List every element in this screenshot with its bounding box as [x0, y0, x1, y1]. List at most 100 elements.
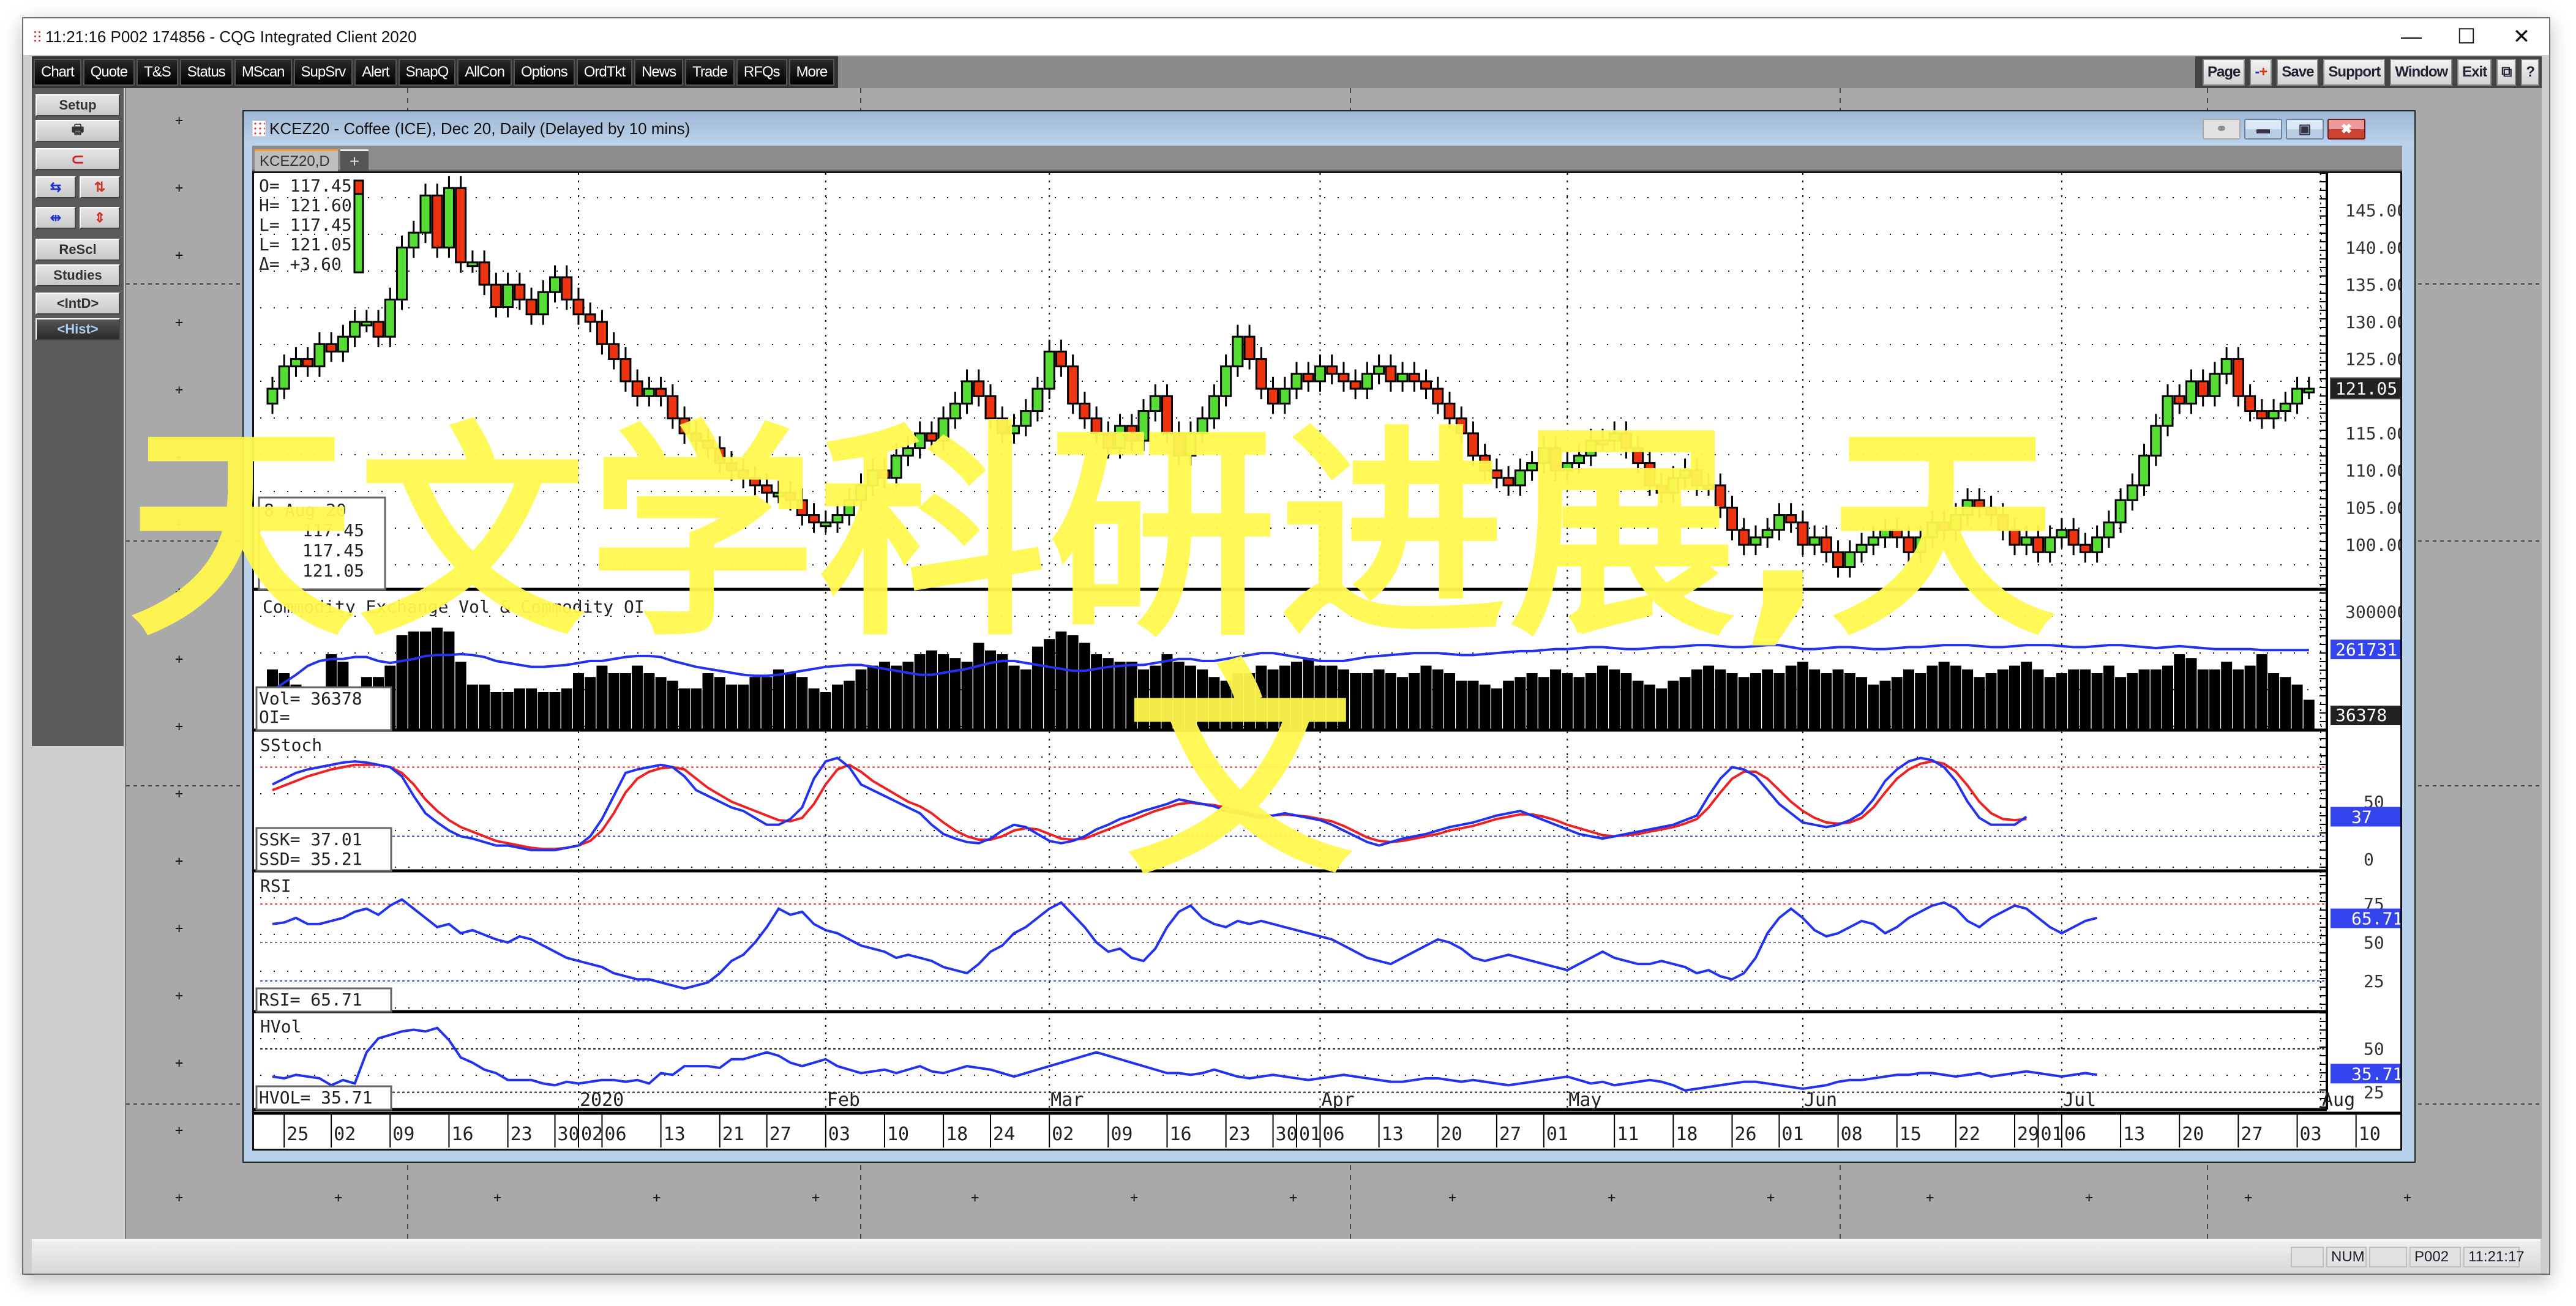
chart-window-title-bar[interactable]: KCEZ20 - Coffee (ICE), Dec 20, Daily (De… [244, 111, 2414, 146]
candlestick [1479, 454, 1491, 472]
volume-bar [1938, 662, 1950, 730]
volume-bar [1597, 665, 1608, 730]
candlestick [608, 343, 620, 360]
volume-legend-line: OI= [259, 707, 290, 727]
grid-plus-mark: + [1289, 1190, 1297, 1206]
candlestick [2162, 395, 2174, 427]
day-label: 02 [334, 1124, 356, 1145]
candlestick [2256, 410, 2268, 420]
menu-ordtkt-button[interactable]: OrdTkt [576, 59, 633, 86]
menu-ts-button[interactable]: T&S [137, 59, 178, 86]
menu-mscan-button[interactable]: MScan [234, 59, 292, 86]
day-label: 15 [1900, 1124, 1922, 1145]
volume-bar [1397, 677, 1409, 730]
day-label: 27 [1499, 1124, 1521, 1145]
volume-bar [655, 677, 667, 730]
studies-button[interactable]: Studies [36, 264, 120, 286]
volume-bar [1773, 673, 1785, 730]
restore-icon[interactable]: ⧉ [2496, 59, 2517, 86]
candlestick [1561, 462, 1573, 472]
print-button[interactable]: 🖶 [36, 120, 120, 142]
volume-bar [1997, 669, 2009, 730]
minimize-button[interactable]: — [2384, 18, 2439, 55]
exit-button[interactable]: Exit [2457, 59, 2492, 86]
chart-minimize-button[interactable]: ▬ [2244, 119, 2282, 140]
menu-news-button[interactable]: News [634, 59, 684, 86]
candlestick [537, 291, 549, 316]
rescale-button[interactable]: ReScl [36, 239, 120, 261]
menu-more-button[interactable]: More [788, 59, 835, 86]
menu-allcon-button[interactable]: AllCon [457, 59, 512, 86]
menu-alert-button[interactable]: Alert [354, 59, 397, 86]
compress-vertical-icon: ⇕ [94, 210, 106, 225]
month-label: Mar [1050, 1089, 1084, 1111]
menu-status-button[interactable]: Status [179, 59, 233, 86]
link-icon[interactable]: ⚭ [2203, 119, 2241, 140]
candlestick [2267, 410, 2280, 420]
help-button[interactable]: ? [2521, 59, 2539, 86]
volume-bar [2021, 662, 2032, 730]
candlestick [372, 321, 384, 338]
tab-kcez20-d[interactable]: KCEZ20,D [255, 149, 338, 171]
add-tab-button[interactable]: + [340, 149, 369, 171]
hvol-series-line [272, 1026, 2097, 1092]
menu-supsrv-button[interactable]: SupSrv [293, 59, 353, 86]
day-label: 20 [1440, 1124, 1462, 1145]
price-axis-label: 105.00 [2345, 498, 2400, 518]
day-label: 08 [1841, 1124, 1863, 1145]
candlestick [1361, 373, 1373, 390]
candlestick [1785, 514, 1797, 524]
day-label: 27 [2241, 1124, 2263, 1145]
menu-rfqs-button[interactable]: RFQs [736, 59, 787, 86]
day-label: 11 [1617, 1124, 1639, 1145]
expand-horizontal-button[interactable]: ⇆ [36, 176, 76, 198]
candlestick [1196, 417, 1208, 435]
volume-bar [1703, 665, 1715, 730]
chart-restore-button[interactable]: ▣ [2286, 119, 2324, 140]
expand-vertical-button[interactable]: ⇅ [80, 176, 120, 198]
page-button[interactable]: Page [2202, 59, 2245, 86]
volume-bar [1338, 669, 1349, 730]
volume-bar [432, 627, 443, 730]
volume-bar [1279, 665, 1290, 730]
sstoch-legend: SSK= 37.01SSD= 35.21 [255, 827, 392, 872]
candlestick [667, 395, 679, 420]
menu-bar: Chart Quote T&S Status MScan SupSrv Alert SnapQ… [32, 56, 2542, 88]
day-label: 23 [1229, 1124, 1251, 1145]
menu-quote-button[interactable]: Quote [83, 59, 135, 86]
compress-vertical-button[interactable]: ⇕ [80, 207, 120, 229]
price-axis-label: 130.00 [2345, 312, 2400, 332]
save-button[interactable]: Save [2277, 59, 2319, 86]
intd-button[interactable]: <IntD> [36, 293, 120, 315]
window-button[interactable]: Window [2390, 59, 2453, 86]
close-button[interactable]: ✕ [2494, 18, 2549, 55]
menu-options-button[interactable]: Options [514, 59, 575, 86]
rsi-axis-label: 50 [2364, 933, 2384, 953]
maximize-button[interactable]: ☐ [2439, 18, 2494, 55]
grid-plus-mark: + [175, 248, 183, 263]
app-logo-icon [33, 30, 42, 43]
menu-trade-button[interactable]: Trade [685, 59, 735, 86]
setup-button[interactable]: Setup [36, 94, 120, 116]
volume-bar [1267, 669, 1279, 730]
day-label: 01 [2040, 1124, 2062, 1145]
candlestick [2056, 529, 2068, 539]
day-label: 01 [1299, 1124, 1321, 1145]
candlestick [1443, 402, 1456, 420]
compress-horizontal-button[interactable]: ⇹ [36, 207, 76, 229]
chart-close-button[interactable]: ✖ [2327, 119, 2365, 140]
candlestick [2032, 536, 2044, 553]
magnet-button[interactable]: ⊂ [36, 148, 120, 170]
support-button[interactable]: Support [2323, 59, 2386, 86]
month-label: Apr [1321, 1089, 1354, 1111]
rsi-legend-line: RSI= 65.71 [259, 990, 362, 1010]
hvol-axis-label: 50 [2364, 1039, 2384, 1059]
zoom-minus-plus-button[interactable]: - + [2250, 59, 2272, 86]
chart-plot-area[interactable]: 145.00 140.00 135.00 130.00 125.00 115.00 110.… [252, 171, 2439, 1151]
hist-button[interactable]: <Hist> [36, 318, 120, 340]
candlestick [549, 276, 561, 293]
status-bar: NUM P002 11:21:17 [32, 1239, 2540, 1274]
volume-bar [1079, 643, 1090, 730]
menu-snapq-button[interactable]: SnapQ [398, 59, 456, 86]
menu-chart-button[interactable]: Chart [34, 59, 81, 86]
